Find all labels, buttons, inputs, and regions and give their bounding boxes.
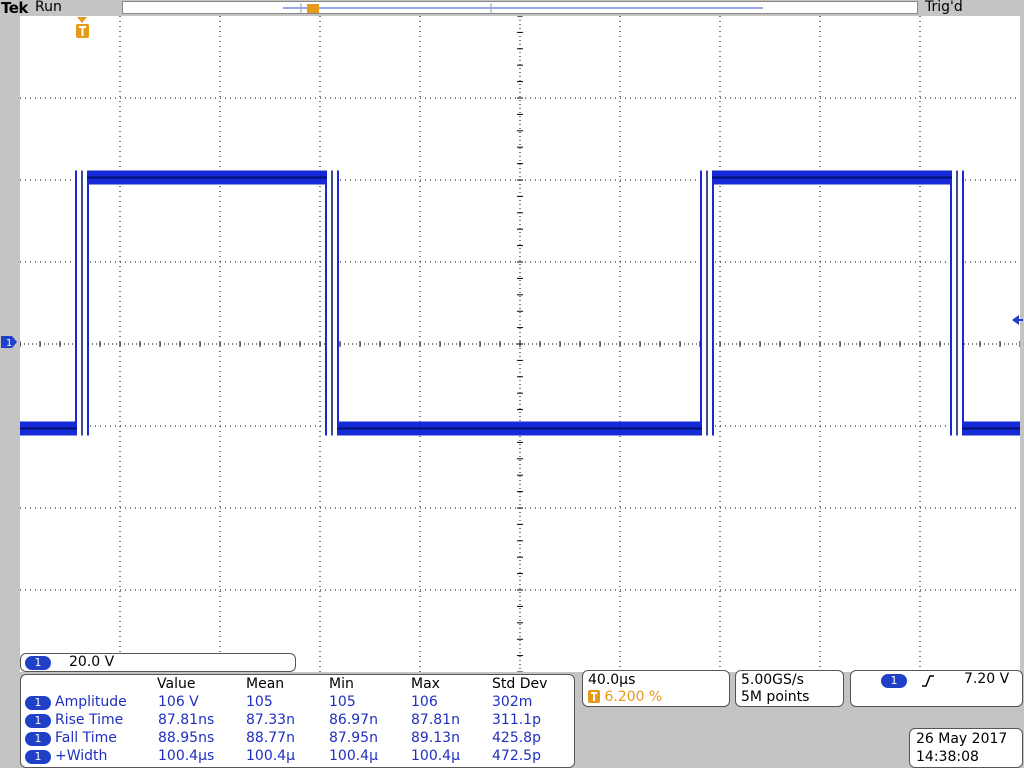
waveform-display[interactable] bbox=[20, 16, 1020, 672]
channel-badge: 1 bbox=[25, 696, 51, 710]
header-stddev: Std Dev bbox=[492, 676, 548, 692]
channel-badge: 1 bbox=[25, 714, 51, 728]
measurement-table[interactable]: Value Mean Min Max Std Dev 1 Amplitude 1… bbox=[20, 674, 575, 768]
trigger-level-value: 7.20 V bbox=[964, 671, 1010, 687]
measurement-min: 86.97n bbox=[329, 712, 378, 728]
measurement-value: 88.95ns bbox=[158, 730, 215, 746]
channel-1-marker-icon[interactable]: 1 bbox=[0, 335, 18, 349]
header-min: Min bbox=[329, 676, 354, 692]
measurement-row-rise-time[interactable]: 1 Rise Time 87.81ns 87.33n 86.97n 87.81n… bbox=[21, 712, 576, 730]
measurement-row-positive-width[interactable]: 1 +Width 100.4µs 100.4µ 100.4µ 100.4µ 47… bbox=[21, 748, 576, 766]
measurement-value: 106 V bbox=[158, 694, 199, 710]
measurement-mean: 105 bbox=[246, 694, 273, 710]
channel-badge: 1 bbox=[25, 656, 51, 670]
channel-badge: 1 bbox=[25, 732, 51, 746]
measurement-name: Rise Time bbox=[55, 712, 124, 728]
trigger-level-arrow-icon[interactable] bbox=[1010, 313, 1024, 327]
measurement-name: Fall Time bbox=[55, 730, 117, 746]
measurement-value: 87.81ns bbox=[158, 712, 215, 728]
measurement-value: 100.4µs bbox=[158, 748, 215, 764]
measurement-row-fall-time[interactable]: 1 Fall Time 88.95ns 88.77n 87.95n 89.13n… bbox=[21, 730, 576, 748]
measurement-max: 106 bbox=[411, 694, 438, 710]
channel-scale-readout[interactable]: 1 20.0 V bbox=[20, 653, 296, 672]
measurement-min: 105 bbox=[329, 694, 356, 710]
header-mean: Mean bbox=[246, 676, 285, 692]
svg-text:1: 1 bbox=[6, 338, 12, 349]
trigger-state: Trig'd bbox=[925, 0, 963, 15]
record-view-graphic bbox=[283, 3, 763, 14]
measurement-mean: 100.4µ bbox=[246, 748, 295, 764]
measurement-min: 87.95n bbox=[329, 730, 378, 746]
header-value: Value bbox=[157, 676, 196, 692]
channel-scale-value: 20.0 V bbox=[69, 654, 115, 670]
brand-logo: Tek bbox=[1, 0, 28, 17]
date: 26 May 2017 bbox=[916, 731, 1008, 747]
measurement-row-amplitude[interactable]: 1 Amplitude 106 V 105 105 106 302m bbox=[21, 694, 576, 712]
acquisition-state[interactable]: Run bbox=[35, 0, 62, 15]
trigger-readout[interactable]: 1 7.20 V bbox=[850, 670, 1023, 707]
measurement-stddev: 311.1p bbox=[492, 712, 541, 728]
date-time-readout: 26 May 2017 14:38:08 bbox=[909, 728, 1023, 768]
acquisition-readout[interactable]: 5.00GS/s 5M points bbox=[735, 670, 844, 707]
measurement-max: 89.13n bbox=[411, 730, 460, 746]
time: 14:38:08 bbox=[916, 749, 979, 765]
measurement-mean: 87.33n bbox=[246, 712, 295, 728]
measurement-stddev: 302m bbox=[492, 694, 533, 710]
rising-edge-icon bbox=[922, 675, 934, 687]
status-bar: Tek Run Trig'd bbox=[0, 0, 1024, 17]
horizontal-scale: 40.0µs bbox=[588, 672, 636, 688]
trigger-position-readout: 6.200 % bbox=[588, 689, 662, 705]
measurement-max: 87.81n bbox=[411, 712, 460, 728]
measurement-mean: 88.77n bbox=[246, 730, 295, 746]
trigger-position-value: 6.200 % bbox=[604, 689, 663, 705]
timebase-readout[interactable]: 40.0µs 6.200 % bbox=[582, 670, 730, 707]
trigger-t-icon bbox=[588, 690, 600, 703]
channel-badge: 1 bbox=[25, 750, 51, 764]
record-length: 5M points bbox=[741, 689, 810, 705]
measurement-min: 100.4µ bbox=[329, 748, 378, 764]
sample-rate: 5.00GS/s bbox=[741, 672, 804, 688]
measurement-stddev: 472.5p bbox=[492, 748, 541, 764]
trigger-position-icon bbox=[307, 4, 319, 13]
measurement-header: Value Mean Min Max Std Dev bbox=[21, 676, 576, 694]
measurement-name: +Width bbox=[55, 748, 108, 764]
measurement-stddev: 425.8p bbox=[492, 730, 541, 746]
trigger-source-badge: 1 bbox=[881, 674, 907, 688]
header-max: Max bbox=[411, 676, 440, 692]
measurement-name: Amplitude bbox=[55, 694, 127, 710]
measurement-max: 100.4µ bbox=[411, 748, 460, 764]
record-view-bar[interactable] bbox=[122, 1, 918, 14]
